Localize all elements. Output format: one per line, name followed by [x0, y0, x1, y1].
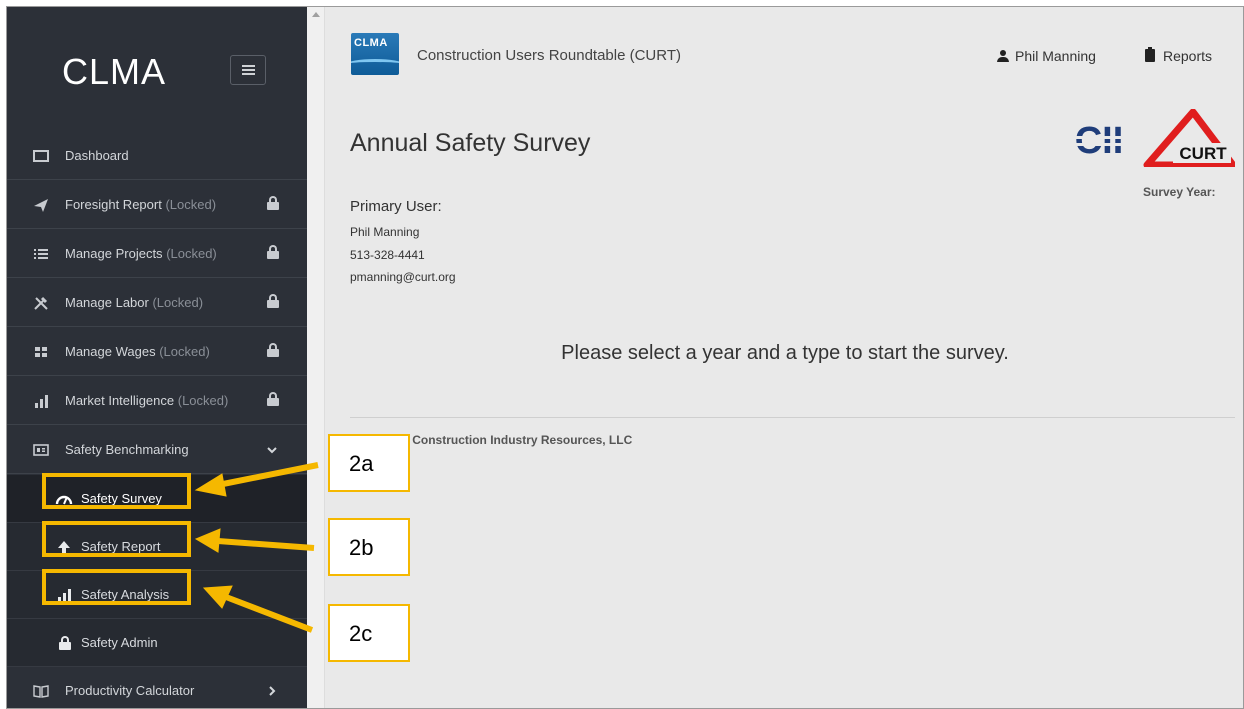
org-logo: CLMA	[351, 33, 399, 75]
sidebar-subitem-label: Safety Admin	[81, 635, 158, 650]
callout-2b: 2b	[328, 518, 410, 576]
sidebar-item-label: Manage Wages	[65, 344, 156, 359]
sidebar-item-manage-projects[interactable]: Manage Projects (Locked)	[7, 230, 307, 278]
footer-divider	[350, 417, 1235, 418]
sidebar-item-productivity-calculator[interactable]: Productivity Calculator	[7, 667, 307, 708]
sidebar-item-label-wrap: Manage Wages (Locked)	[65, 344, 210, 359]
sidebar-item-label: Safety Benchmarking	[65, 442, 189, 457]
primary-user-phone: 513-328-4441	[350, 248, 425, 262]
sidebar-item-label: Manage Labor	[65, 295, 149, 310]
locked-tag: (Locked)	[165, 197, 217, 212]
callout-2a: 2a	[328, 434, 410, 492]
highlight-safety-analysis	[42, 569, 191, 605]
grid-icon	[35, 347, 47, 357]
sidebar-item-manage-labor[interactable]: Manage Labor (Locked)	[7, 279, 307, 327]
brand-logo[interactable]: CLMA	[62, 51, 166, 93]
cii-logo: CII	[1063, 121, 1135, 159]
lock-icon	[267, 343, 279, 357]
highlight-safety-report	[42, 521, 191, 557]
bar-chart-icon	[35, 395, 48, 408]
curt-logo-text: CURT	[1179, 144, 1227, 163]
survey-prompt: Please select a year and a type to start…	[561, 342, 1009, 364]
sidebar-item-foresight-report[interactable]: Foresight Report (Locked)	[7, 181, 307, 229]
sidebar-item-manage-wages[interactable]: Manage Wages (Locked)	[7, 328, 307, 376]
book-icon	[33, 685, 49, 698]
sidebar-item-label: Foresight Report	[65, 197, 162, 212]
curt-logo: CURT	[1143, 109, 1235, 167]
sidebar-item-label: Dashboard	[65, 148, 129, 163]
sidebar-item-safety-benchmarking[interactable]: Safety Benchmarking	[7, 426, 307, 474]
page-title: Annual Safety Survey	[350, 129, 591, 157]
sidebar-item-dashboard[interactable]: Dashboard	[7, 132, 307, 180]
highlight-safety-survey	[42, 473, 191, 509]
callout-2c: 2c	[328, 604, 410, 662]
org-logo-text: CLMA	[354, 37, 388, 49]
sidebar-item-label: Market Intelligence	[65, 393, 175, 408]
user-icon	[997, 50, 1009, 62]
list-icon	[34, 249, 48, 259]
hamburger-icon	[242, 65, 255, 75]
chevron-down-icon	[267, 447, 277, 454]
locked-tag: (Locked)	[166, 246, 217, 261]
sidebar-scrollbar[interactable]	[307, 7, 325, 708]
cii-logo-text: CII	[1075, 121, 1124, 159]
scroll-up-icon[interactable]	[312, 12, 320, 17]
chevron-right-icon	[269, 686, 276, 696]
sidebar-subitem-safety-admin[interactable]: Safety Admin	[7, 619, 307, 667]
lock-icon	[267, 245, 279, 259]
lock-icon	[267, 196, 279, 210]
sidebar-item-label-wrap: Manage Projects (Locked)	[65, 246, 217, 261]
reports-link[interactable]: Reports	[1145, 47, 1213, 64]
primary-user-label: Primary User:	[350, 198, 442, 215]
sidebar-item-label-wrap: Manage Labor (Locked)	[65, 295, 203, 310]
id-card-icon	[33, 444, 49, 456]
org-name: Construction Users Roundtable (CURT)	[417, 47, 681, 64]
user-name: Phil Manning	[1015, 48, 1096, 64]
reports-label: Reports	[1163, 48, 1213, 64]
paper-plane-icon	[34, 199, 48, 212]
main-content: CLMA Construction Users Roundtable (CURT…	[325, 7, 1243, 708]
sidebar-item-label: Manage Projects	[65, 246, 163, 261]
sidebar-item-label-wrap: Market Intelligence (Locked)	[65, 393, 228, 408]
tools-icon	[34, 296, 48, 310]
sidebar-item-label: Productivity Calculator	[65, 683, 195, 698]
locked-tag: (Locked)	[177, 393, 229, 408]
locked-tag: (Locked)	[152, 295, 204, 310]
survey-year-label: Survey Year:	[1143, 185, 1216, 199]
locked-tag: (Locked)	[159, 344, 210, 359]
brand-area: CLMA	[7, 7, 307, 132]
menu-toggle-button[interactable]	[230, 55, 266, 85]
sidebar-item-market-intelligence[interactable]: Market Intelligence (Locked)	[7, 377, 307, 425]
sidebar-item-label-wrap: Foresight Report (Locked)	[65, 197, 216, 212]
lock-icon	[267, 392, 279, 406]
primary-user-email: pmanning@curt.org	[350, 270, 456, 284]
user-menu-link[interactable]: Phil Manning	[997, 48, 1096, 64]
lock-icon	[267, 294, 279, 308]
primary-user-name: Phil Manning	[350, 225, 420, 239]
clipboard-icon	[1145, 47, 1155, 62]
app-window: CLMA Dashboard Foresight Report (Locked)…	[6, 6, 1244, 709]
lock-icon	[59, 636, 77, 652]
monitor-icon	[33, 150, 49, 162]
